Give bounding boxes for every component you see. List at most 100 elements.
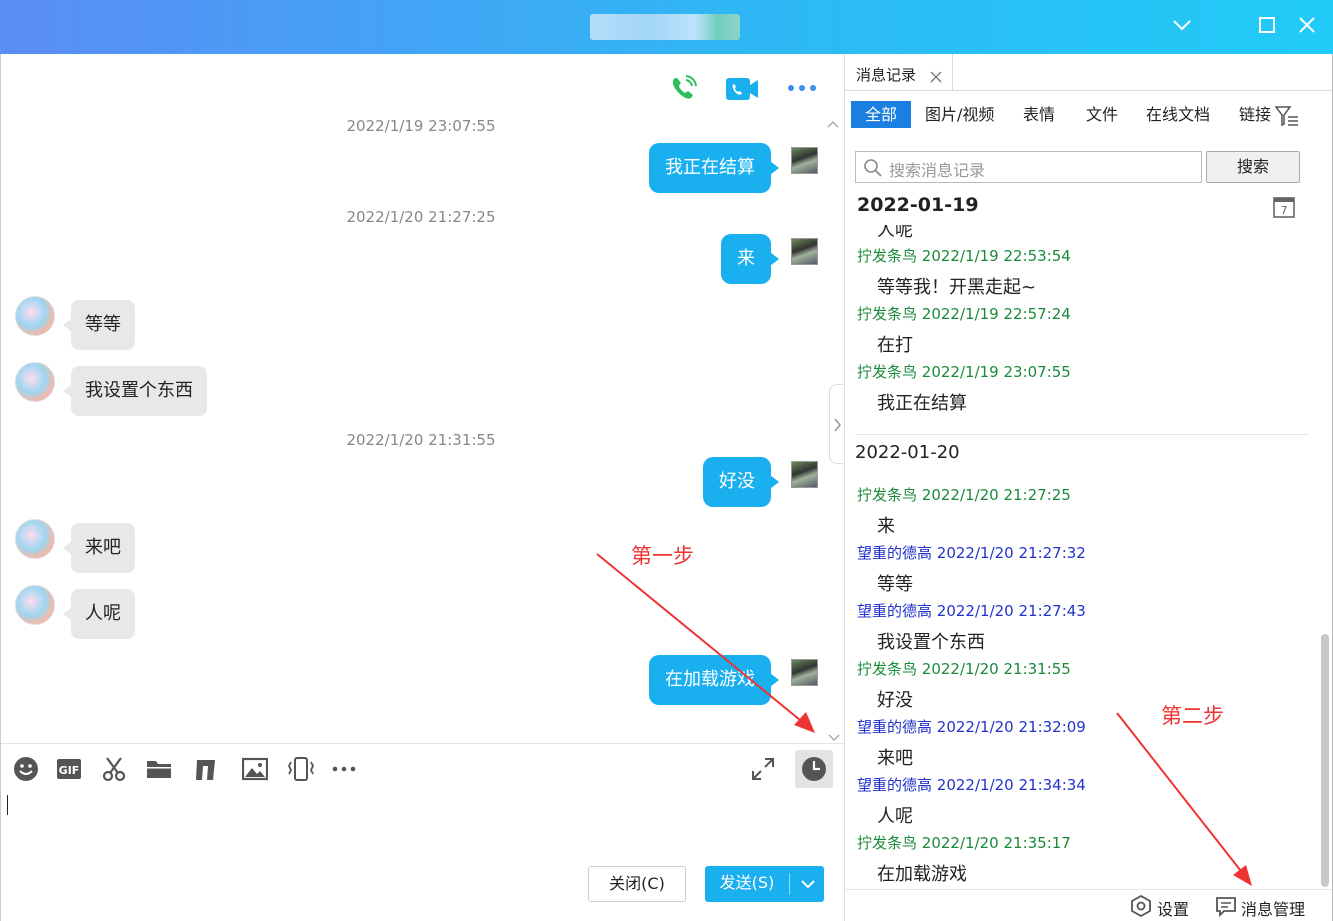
filter-tab-docs[interactable]: 在线文档 (1138, 101, 1218, 128)
svg-text:GIF: GIF (59, 764, 80, 777)
close-button[interactable]: 关闭(C) (588, 866, 686, 902)
filter-icon[interactable] (1274, 105, 1299, 127)
message-bubble-outgoing[interactable]: 好没 (703, 457, 779, 507)
record-sender: 望重的德高 (857, 776, 933, 794)
filter-tab-links[interactable]: 链接 (1231, 101, 1279, 128)
shake-window-icon[interactable] (286, 756, 315, 782)
settings-label: 设置 (1157, 900, 1190, 919)
avatar[interactable] (791, 238, 818, 265)
send-options-chevron-icon[interactable] (795, 866, 821, 902)
message-bubble-incoming[interactable]: 来吧 (63, 523, 135, 573)
record-sender: 望重的德高 (857, 602, 933, 620)
svg-text:7: 7 (1281, 204, 1288, 217)
message-bubble-incoming[interactable]: 等等 (63, 300, 135, 350)
record-message: 我设置个东西 (877, 632, 985, 653)
tab-message-history[interactable]: 消息记录 (845, 54, 953, 90)
date-divider (855, 434, 1309, 435)
tab-label: 消息记录 (856, 66, 917, 84)
record-time: 2022/1/19 22:57:24 (921, 305, 1071, 323)
maximize-icon[interactable] (1256, 14, 1278, 36)
record-sender: 拧发条鸟 (857, 247, 918, 265)
scrollbar-thumb[interactable] (1321, 634, 1329, 887)
more-options-icon[interactable] (787, 78, 817, 98)
more-tools-icon[interactable] (331, 756, 357, 782)
record-header: 拧发条鸟 2022/1/20 21:31:55 (857, 658, 1071, 679)
record-time: 2022/1/20 21:35:17 (921, 834, 1071, 852)
record-sender: 拧发条鸟 (857, 363, 918, 381)
chat-bubble-icon (1216, 897, 1236, 917)
filter-tab-media[interactable]: 图片/视频 (917, 101, 1002, 128)
video-call-icon[interactable] (725, 76, 759, 102)
send-button[interactable]: 发送(S) (705, 866, 824, 902)
record-header: 拧发条鸟 2022/1/19 22:53:54 (857, 245, 1071, 266)
avatar[interactable] (15, 362, 55, 402)
footer-divider (845, 889, 1332, 890)
search-icon (864, 159, 882, 177)
annotation-arrow-2 (1116, 712, 1252, 886)
message-timestamp: 2022/1/20 21:31:55 (346, 431, 496, 449)
calendar-icon[interactable]: 7 (1273, 196, 1295, 218)
avatar[interactable] (15, 519, 55, 559)
record-message: 在打 (877, 335, 913, 356)
date-header: 2022-01-20 (855, 442, 960, 463)
record-header: 望重的德高 2022/1/20 21:27:32 (857, 542, 1086, 563)
filter-tab-stickers[interactable]: 表情 (1015, 101, 1063, 128)
annotation-arrow-1 (596, 553, 815, 733)
record-sender: 拧发条鸟 (857, 486, 918, 504)
record-message: 我正在结算 (877, 393, 967, 414)
image-icon[interactable] (241, 756, 269, 782)
record-time: 2022/1/20 21:27:32 (936, 544, 1086, 562)
record-time: 2022/1/20 21:32:09 (936, 718, 1086, 736)
record-message: 人呢 (877, 806, 913, 827)
record-header: 望重的德高 2022/1/20 21:27:43 (857, 600, 1086, 621)
message-bubble-outgoing[interactable]: 我正在结算 (649, 143, 779, 193)
record-message: 好没 (877, 690, 913, 711)
tab-divider (845, 90, 1332, 91)
avatar[interactable] (791, 461, 818, 488)
message-timestamp: 2022/1/19 23:07:55 (346, 117, 496, 135)
scissors-icon[interactable] (101, 756, 127, 782)
record-time: 2022/1/20 21:27:43 (936, 602, 1086, 620)
send-button-label: 发送(S) (719, 873, 775, 892)
blurred-contact-name (590, 14, 740, 40)
record-header: 望重的德高 2022/1/20 21:34:34 (857, 774, 1086, 795)
gif-icon[interactable]: GIF (56, 756, 82, 782)
emoji-icon[interactable] (13, 756, 39, 782)
record-time: 2022/1/19 23:07:55 (921, 363, 1071, 381)
chat-panel: 2022/1/19 23:07:55 2022/1/20 21:27:25 20… (0, 54, 845, 921)
date-header: 2022-01-19 (857, 194, 985, 216)
close-icon[interactable] (1296, 14, 1318, 36)
collapse-panel-handle[interactable] (829, 384, 843, 464)
filter-tab-files[interactable]: 文件 (1078, 101, 1126, 128)
search-input[interactable]: 搜索消息记录 (855, 151, 1202, 183)
scroll-down-icon[interactable] (827, 728, 841, 742)
message-bubble-incoming[interactable]: 我设置个东西 (63, 366, 207, 416)
search-button[interactable]: 搜索 (1206, 151, 1300, 183)
record-message: 人呢 (877, 220, 913, 241)
message-bubble-incoming[interactable]: 人呢 (63, 589, 135, 639)
history-panel: 消息记录 全部 图片/视频 表情 文件 在线文档 链接 搜索消息记录 搜索 20… (844, 54, 1333, 921)
close-tab-icon[interactable] (930, 68, 942, 83)
message-history-button[interactable] (795, 750, 833, 788)
avatar[interactable] (791, 147, 818, 174)
avatar[interactable] (15, 585, 55, 625)
clock-icon (802, 757, 826, 781)
filter-tab-all[interactable]: 全部 (851, 101, 912, 128)
chevron-down-icon[interactable] (1171, 14, 1193, 36)
phone-call-icon[interactable] (668, 74, 698, 104)
record-header: 拧发条鸟 2022/1/19 22:57:24 (857, 303, 1071, 324)
avatar[interactable] (15, 296, 55, 336)
search-placeholder: 搜索消息记录 (889, 161, 986, 180)
folder-icon[interactable] (146, 756, 172, 782)
expand-icon[interactable] (750, 756, 776, 782)
record-sender: 拧发条鸟 (857, 834, 918, 852)
scroll-up-icon[interactable] (826, 114, 840, 128)
record-time: 2022/1/20 21:31:55 (921, 660, 1071, 678)
record-time: 2022/1/20 21:34:34 (936, 776, 1086, 794)
record-sender: 望重的德高 (857, 544, 933, 562)
music-icon[interactable] (193, 756, 219, 782)
message-bubble-outgoing[interactable]: 来 (721, 234, 779, 284)
record-message: 来 (877, 516, 895, 537)
message-input[interactable] (1, 784, 845, 864)
record-sender: 望重的德高 (857, 718, 933, 736)
